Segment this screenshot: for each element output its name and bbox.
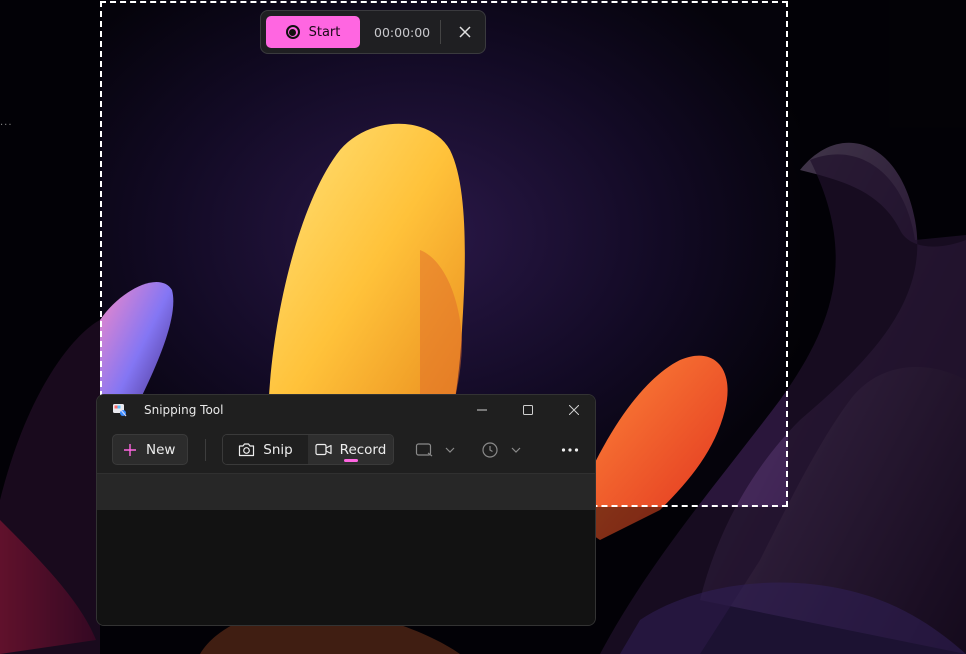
start-recording-button[interactable]: Start: [266, 16, 360, 48]
record-mode-button[interactable]: Record: [308, 435, 393, 464]
title-bar: Snipping Tool: [97, 395, 595, 425]
recording-timer: 00:00:00: [374, 25, 430, 40]
dim-overlay-right: [788, 0, 966, 654]
snip-mode-button[interactable]: Snip: [223, 435, 308, 464]
start-label: Start: [309, 25, 341, 40]
capture-content-area: [97, 510, 595, 626]
close-recording-button[interactable]: [451, 18, 479, 46]
more-icon: [561, 447, 579, 453]
capture-mode-toggle: Snip Record: [222, 434, 394, 465]
toolbar: New Snip: [97, 425, 595, 473]
chevron-down-icon: [443, 445, 457, 455]
desktop: ··· Start 00:00:00 Snipping Tool: [0, 0, 966, 654]
new-snip-button[interactable]: New: [112, 434, 188, 465]
maximize-button[interactable]: [505, 395, 551, 425]
snip-shape-dropdown[interactable]: [415, 437, 457, 463]
minimize-button[interactable]: [459, 395, 505, 425]
plus-icon: [123, 443, 137, 457]
snip-label: Snip: [263, 442, 292, 458]
close-icon: [459, 26, 471, 38]
snipping-tool-window: Snipping Tool New: [96, 394, 596, 626]
camera-icon: [238, 442, 255, 457]
toolbar-divider: [205, 439, 206, 461]
divider: [440, 20, 441, 44]
dim-overlay-left: [0, 0, 100, 654]
record-dot-icon: [286, 25, 300, 39]
ellipsis-marker: ···: [0, 120, 13, 131]
video-camera-icon: [315, 443, 332, 456]
record-label: Record: [340, 442, 387, 458]
more-options-button[interactable]: [557, 437, 583, 463]
delay-dropdown[interactable]: [481, 437, 523, 463]
window-title: Snipping Tool: [144, 403, 223, 417]
toolbar-secondary-strip: [97, 473, 595, 510]
minimize-icon: [477, 405, 487, 415]
close-window-button[interactable]: [551, 395, 596, 425]
snipping-tool-app-icon: [112, 402, 128, 418]
maximize-icon: [523, 405, 533, 415]
recording-control-bar: Start 00:00:00: [260, 10, 486, 54]
rectangle-shape-icon: [415, 442, 435, 458]
clock-icon: [481, 441, 499, 459]
active-mode-indicator: [344, 459, 358, 462]
chevron-down-icon: [509, 445, 523, 455]
new-label: New: [146, 442, 175, 458]
close-icon: [569, 405, 579, 415]
